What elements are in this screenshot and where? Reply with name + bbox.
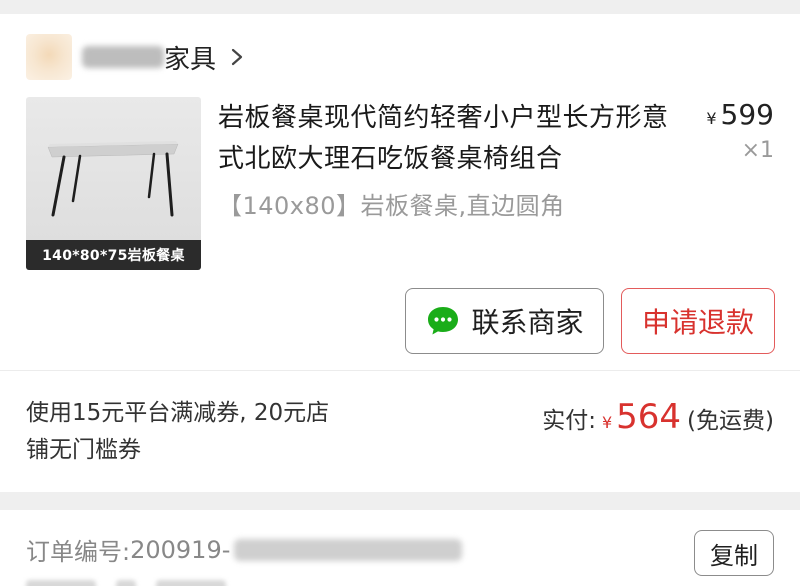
- price-value: 599: [720, 98, 774, 131]
- paid-value: 564: [616, 397, 682, 437]
- order-number-redacted: [234, 538, 463, 561]
- product-thumbnail[interactable]: 140*80*75岩板餐桌: [26, 97, 201, 270]
- contact-seller-label: 联系商家: [471, 306, 584, 339]
- order-number-prefix: 200919-: [130, 535, 231, 564]
- request-refund-label: 申请退款: [641, 306, 754, 339]
- request-refund-button[interactable]: 申请退款: [621, 288, 775, 354]
- copy-button[interactable]: 复制: [694, 530, 774, 576]
- chevron-right-icon: [231, 48, 243, 66]
- order-info-card: 订单编号: 200919- 复制: [0, 510, 800, 586]
- product-price: ¥599: [706, 98, 774, 131]
- currency-symbol: ¥: [706, 109, 717, 128]
- contact-seller-button[interactable]: 联系商家: [405, 288, 604, 354]
- shop-name: 家具: [164, 44, 217, 75]
- shop-name-redacted: [82, 46, 164, 68]
- paid-amount: 实付: ¥ 564 (免运费): [542, 397, 774, 437]
- order-number-row: 订单编号: 200919-: [26, 532, 463, 567]
- coupon-info: 使用15元平台满减券, 20元店铺无门槛券: [26, 400, 330, 463]
- product-title[interactable]: 岩板餐桌现代简约轻奢小户型长方形意式北欧大理石吃饭餐桌椅组合: [218, 98, 673, 180]
- order-item-card: 家具 140*80*75岩板餐桌 岩板餐桌现代简约轻奢小户型长方形意式北欧大理石…: [0, 14, 800, 492]
- table-image: [47, 141, 179, 217]
- product-quantity: ×1: [741, 138, 774, 163]
- next-row-partial: [26, 580, 266, 586]
- thumbnail-caption: 140*80*75岩板餐桌: [26, 240, 201, 270]
- divider: [0, 370, 800, 371]
- paid-currency-symbol: ¥: [601, 413, 613, 432]
- paid-label: 实付:: [542, 408, 596, 434]
- shipping-note: (免运费): [687, 408, 774, 434]
- order-number-label: 订单编号:: [26, 538, 131, 566]
- product-spec: 【140x80】岩板餐桌,直边圆角: [218, 192, 565, 220]
- shop-header[interactable]: 家具: [26, 32, 248, 82]
- shop-logo: [26, 34, 72, 80]
- chat-bubble-icon: [428, 307, 459, 335]
